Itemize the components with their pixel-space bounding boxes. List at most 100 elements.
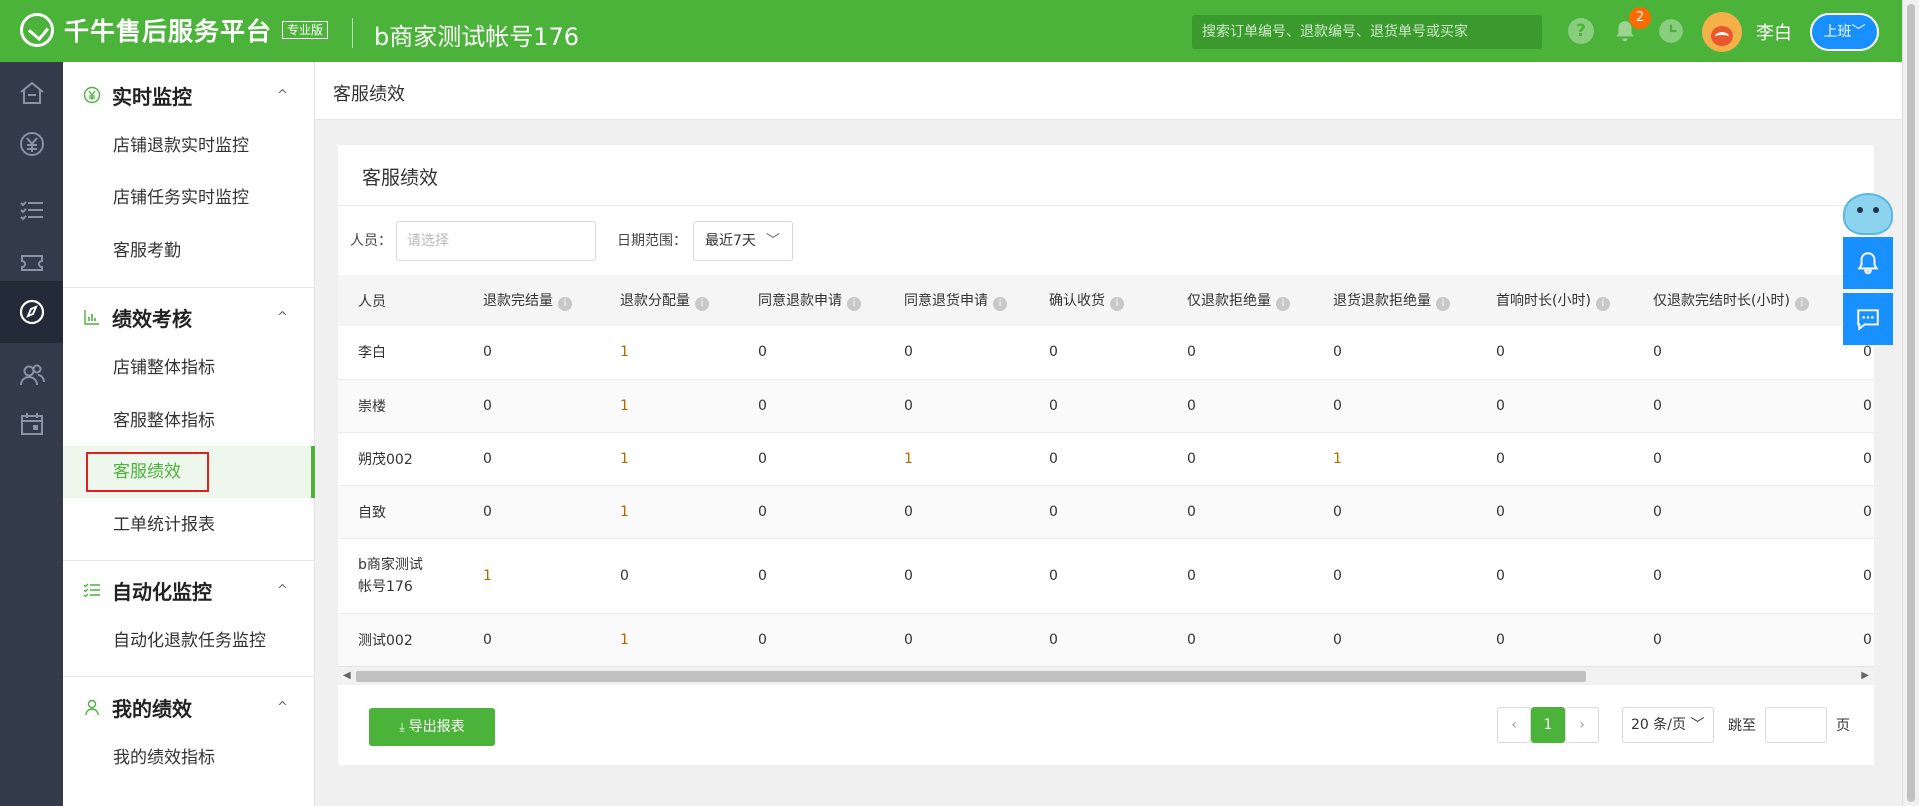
prev-page-button[interactable]: ‹ xyxy=(1497,707,1531,743)
date-range-select[interactable]: 最近7天 ﹀ xyxy=(693,221,793,261)
float-notification-button[interactable] xyxy=(1843,237,1893,289)
mascot-assistant-icon[interactable] xyxy=(1843,193,1893,235)
sidebar-item-ticket-report[interactable]: 工单统计报表 xyxy=(63,499,315,551)
edition-badge: 专业版 xyxy=(282,21,329,39)
yen-circle-icon xyxy=(83,86,101,104)
cell-value: 1 xyxy=(600,379,738,433)
cell-value: 0 xyxy=(738,326,884,380)
search-input[interactable]: 搜索订单编号、退款编号、退货单号或买家 xyxy=(1192,15,1542,49)
chevron-up-icon: ^ xyxy=(277,87,288,103)
clock-icon[interactable] xyxy=(1658,18,1684,44)
sidebar-item-auto-refund-monitor[interactable]: 自动化退款任务监控 xyxy=(63,615,315,667)
table-row: 测试002 0 1 0 0 0 0 0 0 0 0 xyxy=(338,613,1874,666)
info-icon[interactable]: i xyxy=(1436,297,1450,311)
shift-status-button[interactable]: 上班﹀ xyxy=(1810,13,1879,51)
col-header-agree-refund: 同意退款申请 i xyxy=(738,275,884,326)
cell-value: 1 xyxy=(600,485,738,539)
info-icon[interactable]: i xyxy=(1110,297,1124,311)
page-scrollbar[interactable] xyxy=(1902,0,1919,806)
checklist-icon xyxy=(83,581,101,599)
table-row: 李白 0 1 0 0 0 0 0 0 0 0 xyxy=(338,326,1874,380)
sidebar-group-title: 绩效考核 xyxy=(112,306,192,331)
cell-value: 0 xyxy=(1167,538,1313,614)
cell-value: 0 xyxy=(738,485,884,539)
cell-value: 1 xyxy=(600,432,738,486)
date-range-value: 最近7天 xyxy=(705,233,756,249)
info-icon[interactable]: i xyxy=(993,297,1007,311)
logo[interactable]: 千牛售后服务平台 专业版 xyxy=(20,12,329,48)
refund-yen-icon[interactable] xyxy=(0,113,63,175)
scrollbar-thumb[interactable] xyxy=(356,671,1586,682)
sidebar-item-attendance[interactable]: 客服考勤 xyxy=(63,225,315,277)
info-icon[interactable]: i xyxy=(695,297,709,311)
sidebar-item-store-refund-monitor[interactable]: 店铺退款实时监控 xyxy=(63,120,315,172)
cell-value: 0 xyxy=(1167,613,1313,666)
cell-value: 0 xyxy=(1633,613,1843,666)
help-icon[interactable]: ? xyxy=(1568,18,1594,44)
cell-value: 0 xyxy=(1313,485,1476,539)
sidebar-item-store-task-monitor[interactable]: 店铺任务实时监控 xyxy=(63,172,315,224)
chevron-up-icon: ^ xyxy=(277,699,288,715)
col-header-refund-duration: 仅退款完结时长(小时) i xyxy=(1633,275,1843,326)
cell-value: 0 xyxy=(738,379,884,433)
horizontal-scrollbar[interactable]: ◀ ▶ xyxy=(338,666,1874,685)
sidebar-group-performance[interactable]: 绩效考核 ^ xyxy=(63,292,315,342)
sidebar-item-my-metrics[interactable]: 我的绩效指标 xyxy=(63,732,315,784)
chevron-up-icon: ^ xyxy=(277,582,288,598)
next-page-button[interactable]: › xyxy=(1565,707,1599,743)
performance-gauge-icon[interactable] xyxy=(0,281,63,343)
chat-icon xyxy=(1857,309,1879,331)
cell-value: 0 xyxy=(1167,326,1313,380)
person-select-input[interactable]: 请选择 xyxy=(396,221,596,261)
calendar-icon[interactable] xyxy=(0,393,63,455)
cell-value: 0 xyxy=(1313,326,1476,380)
cell-value: 0 xyxy=(463,485,600,539)
cell-value: 0 xyxy=(884,379,1029,433)
sidebar-item-store-metrics[interactable]: 店铺整体指标 xyxy=(63,342,315,394)
info-icon[interactable]: i xyxy=(558,297,572,311)
sidebar-group-my-performance[interactable]: 我的绩效 ^ xyxy=(63,682,315,732)
cell-value: 1 xyxy=(884,432,1029,486)
cell-value: 0 xyxy=(738,613,884,666)
info-icon[interactable]: i xyxy=(1595,297,1610,311)
sidebar-group-title: 实时监控 xyxy=(112,84,192,109)
jump-to-label: 跳至 xyxy=(1728,718,1756,734)
chevron-down-icon: ﹀ xyxy=(1690,717,1705,733)
info-icon[interactable]: i xyxy=(847,297,861,311)
cell-value: 0 xyxy=(1633,326,1843,380)
scroll-left-icon[interactable]: ◀ xyxy=(343,670,351,681)
page-size-select[interactable]: 20 条/页 ﹀ xyxy=(1622,707,1714,743)
cell-value: 0 xyxy=(1476,538,1633,614)
cell-value: 0 xyxy=(1633,538,1843,614)
cell-value: 0 xyxy=(1843,538,1874,614)
cell-value: 0 xyxy=(1476,326,1633,380)
cell-value: 1 xyxy=(600,326,738,380)
cell-value: 0 xyxy=(1167,432,1313,486)
breadcrumb: 客服绩效 xyxy=(315,62,1902,120)
scroll-right-icon[interactable]: ▶ xyxy=(1861,670,1869,681)
jump-page-input[interactable] xyxy=(1765,707,1827,743)
current-page-button[interactable]: 1 xyxy=(1531,707,1565,743)
user-icon xyxy=(83,698,101,716)
cell-person-name: 朔茂002 xyxy=(338,432,463,486)
chevron-down-icon: ﹀ xyxy=(1851,24,1866,40)
sidebar-group-automation[interactable]: 自动化监控 ^ xyxy=(63,565,315,615)
sidebar-item-cs-performance[interactable]: 客服绩效 xyxy=(63,446,315,498)
cell-value: 1 xyxy=(600,613,738,666)
info-icon[interactable]: i xyxy=(1794,297,1809,311)
sidebar-group-realtime[interactable]: 实时监控 ^ xyxy=(63,70,315,120)
username[interactable]: 李白 xyxy=(1756,19,1792,45)
table-row: b商家测试帐号176 1 0 0 0 0 0 0 0 0 0 xyxy=(338,538,1874,614)
col-header-return-reject: 退货退款拒绝量 i xyxy=(1313,275,1476,326)
cell-value: 0 xyxy=(1843,613,1874,666)
date-range-label: 日期范围： xyxy=(617,233,687,249)
bar-chart-icon xyxy=(83,308,101,326)
card-title: 客服绩效 xyxy=(362,167,439,189)
float-chat-button[interactable] xyxy=(1843,293,1893,345)
sidebar-item-cs-metrics[interactable]: 客服整体指标 xyxy=(63,395,315,447)
info-icon[interactable]: i xyxy=(1276,297,1290,311)
cell-value: 0 xyxy=(738,538,884,614)
export-report-button[interactable]: ⤓ 导出报表 xyxy=(369,708,495,746)
cell-person-name: b商家测试帐号176 xyxy=(338,538,463,614)
avatar[interactable] xyxy=(1702,12,1742,52)
